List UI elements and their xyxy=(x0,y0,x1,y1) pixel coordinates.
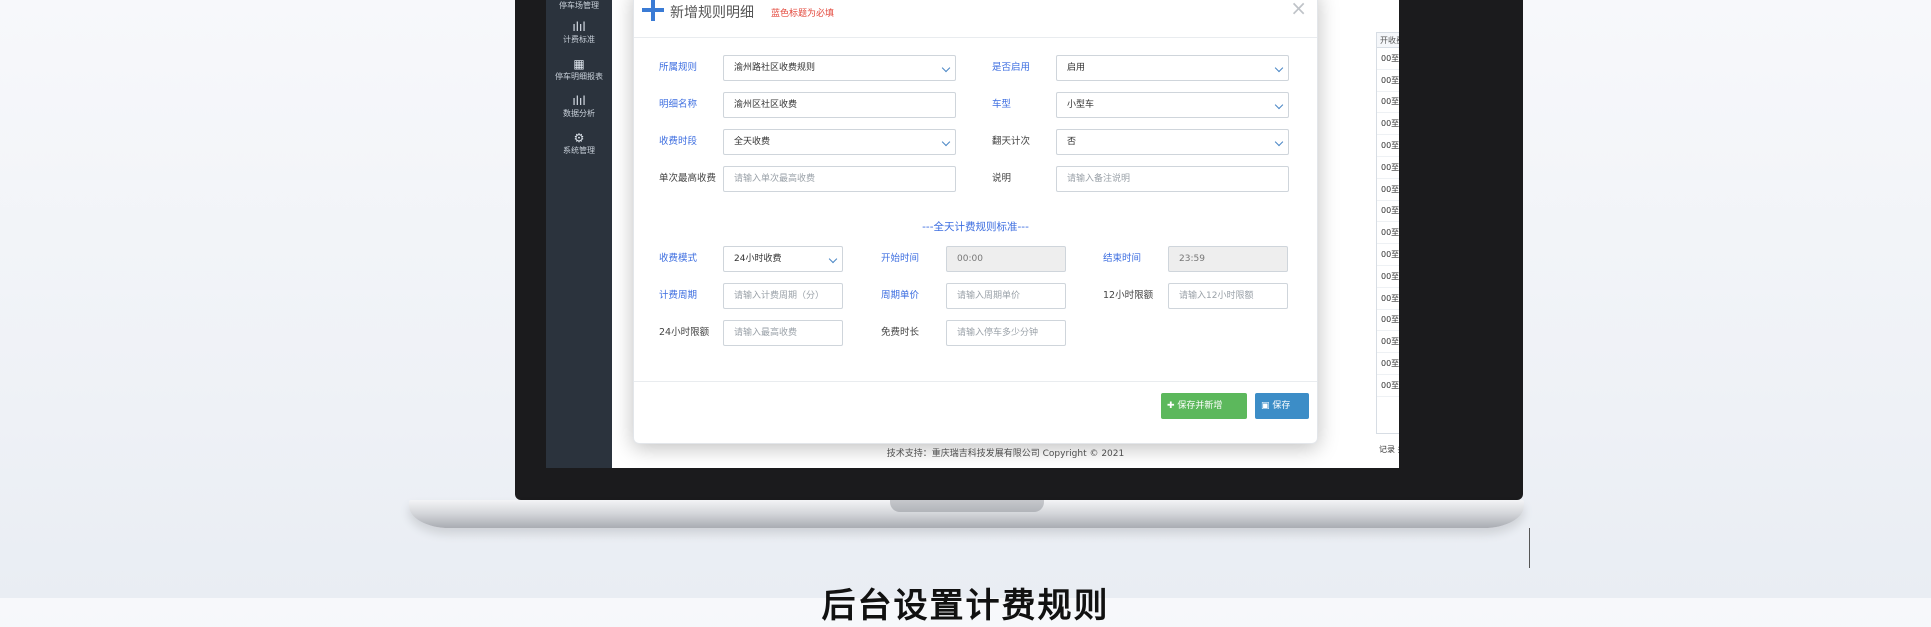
cycle-label: 计费周期 xyxy=(659,290,698,301)
base-edge xyxy=(1529,528,1530,568)
cap24-label: 24小时限额 xyxy=(659,327,710,338)
table-row: 00至20:00 xyxy=(1377,266,1399,288)
mode-select[interactable]: 24小时收费 xyxy=(723,246,843,272)
period-select[interactable]: 全天收费 xyxy=(723,129,956,155)
car-type-label: 车型 xyxy=(992,99,1012,110)
cross-day-select-value: 否 xyxy=(1067,137,1077,147)
free-duration-label: 免费时长 xyxy=(881,327,920,338)
table-row: 00至20:00 xyxy=(1377,331,1399,354)
chart-icon: ılıl xyxy=(572,94,586,108)
sidebar-item-parking[interactable]: 停车场管理 xyxy=(546,0,612,11)
close-icon[interactable]: × xyxy=(1290,0,1307,18)
end-time-label: 结束时间 xyxy=(1103,253,1142,264)
table-row: 00至23:59 xyxy=(1377,48,1399,70)
sidebar-item-billing-standard[interactable]: ılıl 计费标准 xyxy=(546,20,612,45)
sidebar-item-label: 停车明细报表 xyxy=(555,72,603,81)
rule-select[interactable]: 渝州路社区收费规则 xyxy=(723,55,956,81)
start-time-label: 开始时间 xyxy=(881,253,920,264)
cap12-label: 12小时限额 xyxy=(1103,290,1154,301)
calculator-icon: ▦ xyxy=(573,57,585,71)
table-row: 00至23:59 xyxy=(1377,70,1399,92)
cycle-input[interactable]: 请输入计费周期（分） xyxy=(723,283,843,309)
cross-day-select[interactable]: 否 xyxy=(1056,129,1289,155)
cap12-input[interactable]: 请输入12小时限额 xyxy=(1168,283,1288,309)
gears-icon: ⚙ xyxy=(573,131,585,145)
sidebar-item-system[interactable]: ⚙ 系统管理 xyxy=(546,131,612,156)
sidebar-item-label: 数据分析 xyxy=(563,109,595,118)
save-and-new-button[interactable]: ✚ 保存并新增 xyxy=(1161,393,1247,419)
table-row: 00至23:59 xyxy=(1377,353,1399,375)
sidebar-item-data-analysis[interactable]: ılıl 数据分析 xyxy=(546,94,612,119)
chevron-down-icon xyxy=(1274,100,1284,110)
sidebar-item-parking-report[interactable]: ▦ 停车明细报表 xyxy=(546,57,612,82)
period-label: 收费时段 xyxy=(659,136,698,147)
table-row: 00至23:59 xyxy=(1377,135,1399,157)
modal-title: 新增规则明细 xyxy=(670,5,754,21)
table-row: 00至23:59 xyxy=(1377,113,1399,136)
free-duration-input[interactable]: 请输入停车多少分钟 xyxy=(946,320,1066,346)
table-row: 00至23:59 xyxy=(1377,92,1399,114)
chevron-down-icon xyxy=(941,63,951,73)
car-type-select[interactable]: 小型车 xyxy=(1056,92,1289,118)
unit-price-input[interactable]: 请输入周期单价 xyxy=(946,283,1066,309)
modal-header: 新增规则明细 蓝色标题为必填 × xyxy=(634,0,1317,38)
table-row: 00至21:00 xyxy=(1377,179,1399,201)
section-title: ---全天计费规则标准--- xyxy=(922,221,1029,233)
table-header-cell: 开收费时段 xyxy=(1380,35,1399,45)
table-row: 00至23:55 xyxy=(1377,201,1399,223)
background-table: 开收费时段 白天 00至23:5900至23:5900至23:5900至23:5… xyxy=(1376,32,1399,454)
chevron-down-icon xyxy=(1274,63,1284,73)
required-note: 蓝色标题为必填 xyxy=(771,9,835,19)
enabled-label: 是否启用 xyxy=(992,62,1031,73)
modal-footer-divider xyxy=(634,381,1317,382)
detail-name-label: 明细名称 xyxy=(659,99,698,110)
page-caption: 后台设置计费规则 xyxy=(821,586,1110,626)
max-fee-input[interactable]: 请输入单次最高收费 xyxy=(723,166,956,192)
copyright-footer: 技术支持：重庆瑞吉科技发展有限公司 Copyright © 2021 xyxy=(886,449,1125,459)
detail-name-input[interactable]: 渝州区社区收费 xyxy=(723,92,956,118)
max-fee-label: 单次最高收费 xyxy=(659,173,717,184)
laptop-notch xyxy=(890,500,1044,512)
remark-label: 说明 xyxy=(992,173,1012,184)
table-row: 00至12:00 xyxy=(1377,288,1399,310)
enabled-select[interactable]: 启用 xyxy=(1056,55,1289,81)
car-type-select-value: 小型车 xyxy=(1067,100,1095,110)
sidebar-item-label: 计费标准 xyxy=(563,35,595,44)
table-header: 开收费时段 白天 xyxy=(1377,33,1399,48)
table-row: 00至23:55 xyxy=(1377,222,1399,245)
table-row: 00至23:59 xyxy=(1377,375,1399,397)
enabled-select-value: 启用 xyxy=(1067,63,1086,73)
mode-select-value: 24小时收费 xyxy=(734,254,782,264)
end-time-input[interactable]: 23:59 xyxy=(1168,246,1288,272)
start-time-input[interactable]: 00:00 xyxy=(946,246,1066,272)
cross-day-label: 翻天计次 xyxy=(992,136,1031,147)
sidebar: 停车场管理 ılıl 计费标准 ▦ 停车明细报表 ılıl 数据分析 ⚙ 系统管… xyxy=(546,0,612,468)
cap24-input[interactable]: 请输入最高收费 xyxy=(723,320,843,346)
chevron-down-icon xyxy=(828,254,838,264)
unit-price-label: 周期单价 xyxy=(881,290,920,301)
rule-label: 所属规则 xyxy=(659,62,698,73)
period-select-value: 全天收费 xyxy=(734,137,771,147)
plus-icon xyxy=(642,0,664,21)
sidebar-item-label: 停车场管理 xyxy=(559,1,599,10)
save-button[interactable]: ▣ 保存 xyxy=(1255,393,1309,419)
bar-chart-icon: ılıl xyxy=(572,20,586,34)
remark-input[interactable]: 请输入备注说明 xyxy=(1056,166,1289,192)
add-rule-detail-modal: 新增规则明细 蓝色标题为必填 × 所属规则 渝州路社区收费规则 是否启用 启用 … xyxy=(633,0,1318,444)
rule-select-value: 渝州路社区收费规则 xyxy=(734,63,816,73)
chevron-down-icon xyxy=(941,137,951,147)
table-row: 00至20:00 xyxy=(1377,310,1399,332)
table-row: 00至23:59 xyxy=(1377,157,1399,179)
sidebar-item-label: 系统管理 xyxy=(563,146,595,155)
mode-label: 收费模式 xyxy=(659,253,698,264)
table-row: 00至21:00 xyxy=(1377,244,1399,266)
chevron-down-icon xyxy=(1274,137,1284,147)
